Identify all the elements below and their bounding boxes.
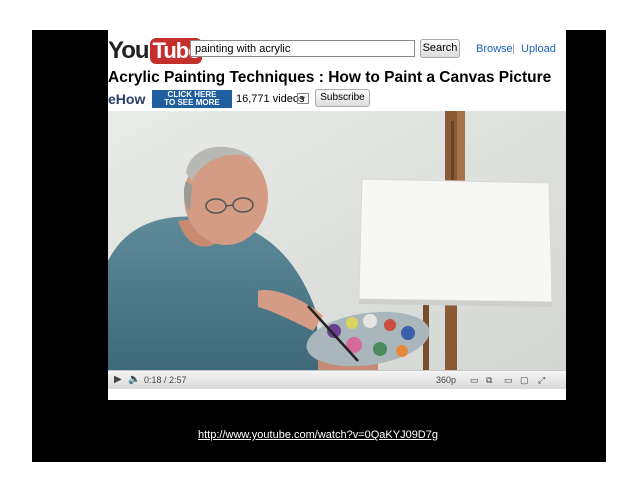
volume-icon[interactable]: 🔈 — [128, 371, 140, 389]
subscribe-button[interactable]: Subscribe — [315, 89, 370, 107]
youtube-logo[interactable]: You Tube — [108, 36, 203, 64]
upload-link[interactable]: Upload — [521, 43, 556, 55]
play-icon[interactable]: ▶ — [114, 371, 122, 389]
widescreen-icon[interactable]: ▭ — [504, 371, 513, 389]
video-title: Acrylic Painting Techniques : How to Pai… — [108, 69, 552, 86]
video-frame[interactable] — [108, 111, 566, 370]
fullscreen-icon[interactable]: ⤢ — [538, 371, 545, 389]
search-button[interactable]: Search — [420, 39, 460, 58]
ehow-channel-banner[interactable]: eHow CLICK HERE TO SEE MORE — [108, 90, 232, 108]
blank-canvas — [358, 178, 553, 307]
nav-separator: | — [512, 43, 515, 55]
click-here-banner[interactable]: CLICK HERE TO SEE MORE — [152, 90, 232, 108]
browse-link[interactable]: Browse — [476, 43, 513, 55]
quality-label[interactable]: 360p — [436, 371, 456, 389]
chevron-down-icon[interactable]: ▾ — [297, 93, 309, 104]
youtube-screenshot: You Tube painting with acrylic Search Br… — [108, 30, 566, 400]
video-url-link[interactable]: http://www.youtube.com/watch?v=0QaKYJ09D… — [198, 429, 438, 441]
window-icon[interactable]: ▢ — [520, 371, 529, 389]
videos-count: 16,771 videos — [236, 93, 305, 105]
popout-icon[interactable]: ⧉ — [486, 371, 492, 389]
below-player-strip — [108, 389, 566, 400]
ehow-logo: eHow — [108, 90, 152, 108]
cc-icon[interactable]: ▭ — [470, 371, 479, 389]
logo-you-text: You — [108, 36, 150, 64]
search-input[interactable]: painting with acrylic — [190, 40, 415, 57]
player-controls: ▶ 🔈 0:18 / 2:57 360p ▭ ⧉ ▭ ▢ ⤢ — [108, 370, 566, 389]
time-display: 0:18 / 2:57 — [144, 375, 187, 385]
cta-line-2: TO SEE MORE — [164, 98, 220, 107]
